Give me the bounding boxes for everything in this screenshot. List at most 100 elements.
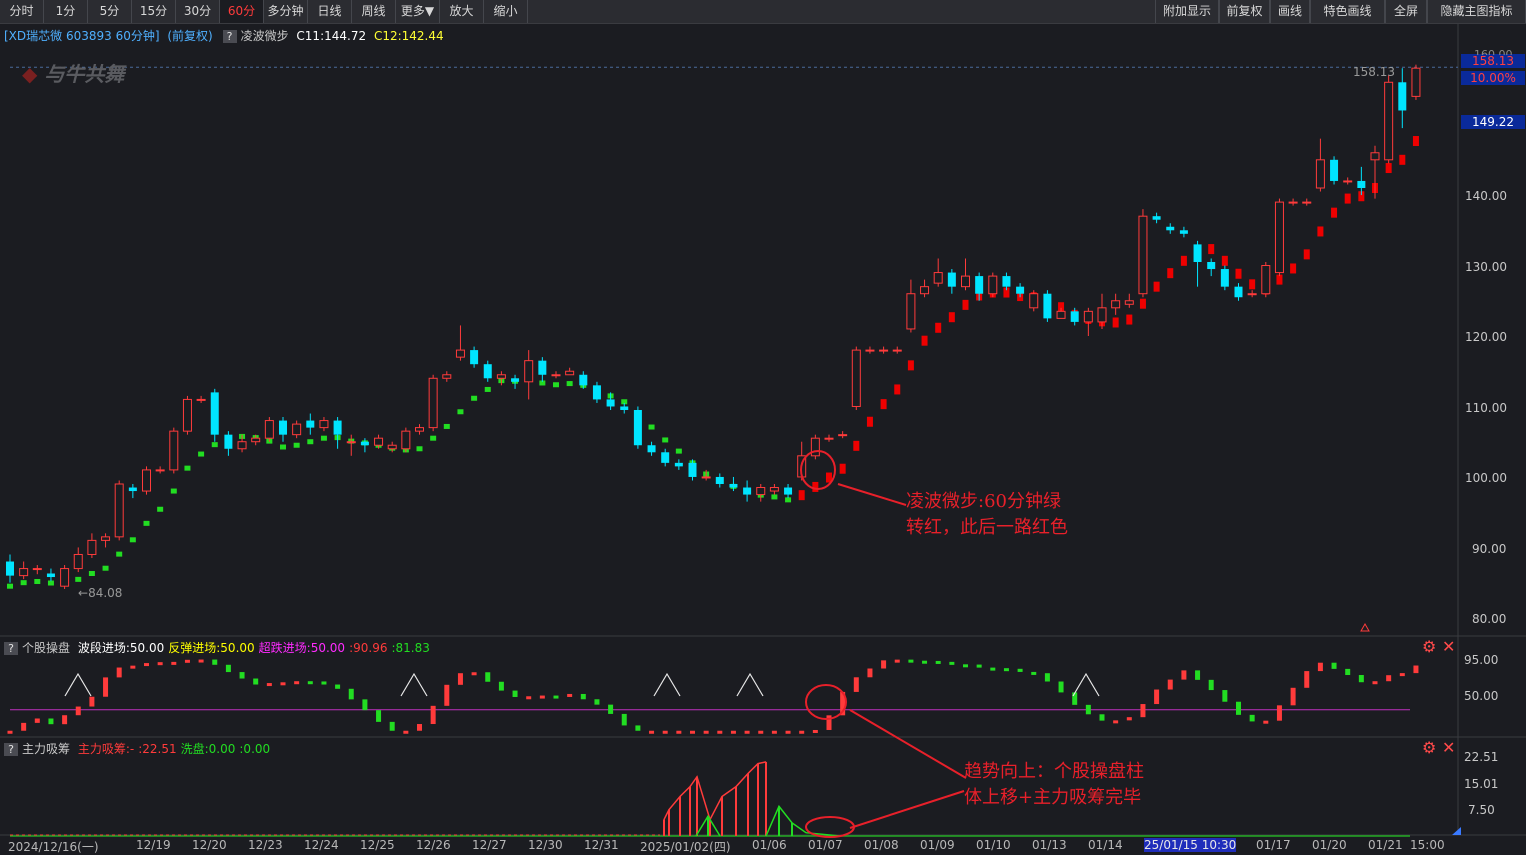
date-label: 12/26 bbox=[416, 838, 451, 852]
lbwb-mark bbox=[1331, 207, 1338, 218]
indicator1-tick: 50.00 bbox=[1464, 689, 1499, 703]
lbwb-mark bbox=[1139, 298, 1146, 309]
lbwb-mark bbox=[880, 399, 887, 410]
date-label: 01/14 bbox=[1088, 838, 1123, 852]
date-label: 01/21 bbox=[1368, 838, 1403, 852]
indicator1-bar bbox=[21, 722, 27, 731]
lbwb-mark bbox=[1290, 263, 1297, 274]
candle-body bbox=[947, 272, 956, 287]
lbwb-mark bbox=[307, 439, 314, 445]
indicator1-bar bbox=[1154, 689, 1160, 705]
annotation-circle bbox=[805, 684, 847, 720]
indicator2-tick: 7.50 bbox=[1468, 803, 1495, 817]
candle-body bbox=[838, 434, 848, 437]
lbwb-mark bbox=[1249, 279, 1256, 290]
period-button-8[interactable]: 周线 bbox=[352, 0, 396, 23]
help-icon[interactable]: ? bbox=[4, 743, 18, 756]
indicator1-bar bbox=[1345, 668, 1351, 676]
period-button-1[interactable]: 1分 bbox=[44, 0, 88, 23]
candle-body bbox=[743, 487, 752, 495]
candle-body bbox=[701, 476, 711, 479]
gear-icon[interactable]: ⚙ bbox=[1422, 738, 1436, 757]
indicator1-bar bbox=[34, 718, 40, 723]
period-button-3[interactable]: 15分 bbox=[132, 0, 176, 23]
chart-title-bar: [XD瑞芯微 603893 60分钟] (前复权) ? 凌波微步 C11:144.… bbox=[4, 27, 444, 44]
lbwb-mark bbox=[198, 451, 205, 457]
candle-body bbox=[1029, 293, 1039, 309]
candle-body bbox=[1097, 307, 1107, 323]
tool-button-1[interactable]: 前复权 bbox=[1219, 0, 1270, 23]
tool-button-4[interactable]: 全屏 bbox=[1385, 0, 1427, 23]
period-button-0[interactable]: 分时 bbox=[0, 0, 44, 23]
tool-button-0[interactable]: 附加显示 bbox=[1155, 0, 1219, 23]
candle-body bbox=[470, 350, 479, 365]
candle-body bbox=[73, 553, 83, 570]
candle-body bbox=[1193, 244, 1202, 262]
indicator1-bar bbox=[130, 665, 136, 669]
candle-body bbox=[1315, 159, 1325, 189]
scroll-marker-icon bbox=[1452, 827, 1461, 835]
help-icon[interactable]: ? bbox=[222, 30, 237, 43]
period-button-6[interactable]: 多分钟 bbox=[264, 0, 308, 23]
lbwb-mark bbox=[648, 424, 655, 430]
indicator1-bar bbox=[812, 729, 818, 733]
candle-body bbox=[579, 374, 588, 386]
close-icon[interactable]: ✕ bbox=[1442, 637, 1455, 656]
candle-body bbox=[810, 437, 820, 457]
lbwb-mark bbox=[1208, 244, 1215, 255]
indicator1-title: ? 个股操盘 波段进场:50.00 反弹进场:50.00 超跌进场:50.00:90.… bbox=[4, 639, 430, 656]
date-label: 01/08 bbox=[864, 838, 899, 852]
candle-body bbox=[210, 392, 219, 435]
indicator1-bar bbox=[580, 693, 586, 700]
lbwb-mark bbox=[1385, 163, 1392, 174]
lbwb-mark bbox=[457, 409, 464, 415]
high-price-label: 158.13 bbox=[1353, 65, 1395, 79]
candle-body bbox=[633, 410, 642, 446]
gear-icon[interactable]: ⚙ bbox=[1422, 637, 1436, 656]
period-button-4[interactable]: 30分 bbox=[176, 0, 220, 23]
indicator1-bar bbox=[376, 710, 382, 722]
help-icon[interactable]: ? bbox=[4, 642, 18, 655]
candle-body bbox=[224, 434, 233, 449]
candle-body bbox=[319, 420, 329, 429]
indicator1-bar bbox=[826, 715, 832, 730]
tool-button-5[interactable]: 隐藏主图指标 bbox=[1427, 0, 1526, 23]
indicator1-bar bbox=[922, 660, 928, 664]
kline-chart[interactable] bbox=[0, 24, 1526, 855]
lbwb-mark bbox=[1235, 268, 1242, 279]
period-button-7[interactable]: 日线 bbox=[308, 0, 352, 23]
period-button-11[interactable]: 缩小 bbox=[484, 0, 528, 23]
indicator1-bar bbox=[157, 662, 163, 666]
indicator1-bar bbox=[567, 693, 573, 697]
lbwb-mark bbox=[907, 360, 914, 371]
candle-body bbox=[824, 437, 834, 440]
close-icon[interactable]: ✕ bbox=[1442, 738, 1455, 757]
candle-body bbox=[1384, 81, 1394, 161]
candle-body bbox=[496, 374, 506, 379]
indicator1-bar bbox=[594, 699, 600, 705]
candle-body bbox=[756, 487, 766, 496]
period-button-10[interactable]: 放大 bbox=[440, 0, 484, 23]
candle-body bbox=[865, 349, 875, 352]
period-button-9[interactable]: 更多▼ bbox=[396, 0, 440, 23]
period-button-5[interactable]: 60分 bbox=[220, 0, 264, 23]
tool-button-2[interactable]: 画线 bbox=[1270, 0, 1310, 23]
indicator1-bar bbox=[526, 696, 532, 700]
price-tick: 120.00 bbox=[1465, 330, 1507, 344]
candle-body bbox=[1124, 300, 1134, 305]
lbwb-mark bbox=[785, 497, 792, 503]
indicator1-bar bbox=[335, 684, 341, 689]
indicator1-bar bbox=[1372, 681, 1378, 685]
tool-button-3[interactable]: 特色画线 bbox=[1310, 0, 1385, 23]
lbwb-mark bbox=[20, 580, 27, 586]
indicator1-bar bbox=[758, 730, 764, 734]
indicator1-bar bbox=[867, 668, 873, 678]
indicator1-bar bbox=[1140, 704, 1146, 718]
indicator1-bar bbox=[144, 663, 149, 667]
candle-body bbox=[182, 398, 192, 432]
period-button-2[interactable]: 5分 bbox=[88, 0, 132, 23]
lbwb-mark bbox=[47, 580, 54, 586]
candle-body bbox=[237, 441, 247, 450]
indicator1-bar bbox=[62, 715, 68, 725]
candle-body bbox=[975, 276, 984, 294]
